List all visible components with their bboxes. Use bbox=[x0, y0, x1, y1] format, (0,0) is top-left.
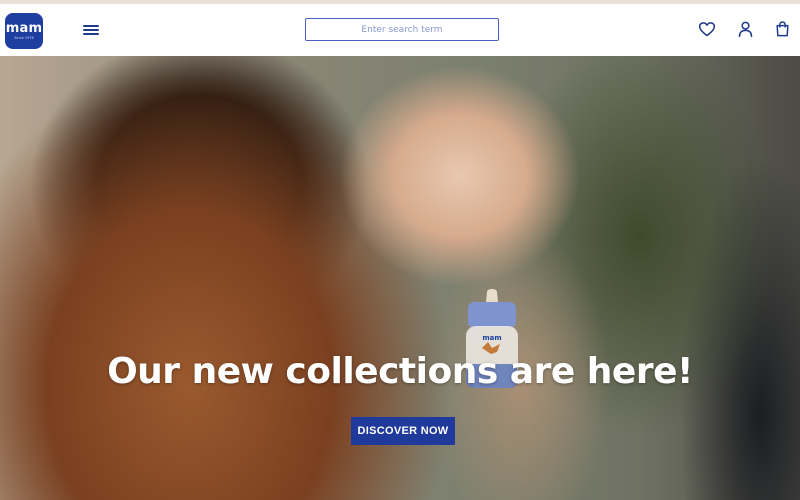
logo-tagline: Since 1976 bbox=[14, 36, 34, 40]
hamburger-icon[interactable] bbox=[83, 23, 99, 37]
discover-now-button[interactable]: DISCOVER NOW bbox=[351, 417, 455, 445]
hero-headline: Our new collections are here! bbox=[107, 351, 693, 392]
hero-banner: mam Our new collections are here! DISCOV… bbox=[0, 56, 800, 500]
bottle-brand-label: mam bbox=[482, 334, 501, 342]
shopping-bag-icon[interactable] bbox=[773, 20, 791, 38]
heart-icon[interactable] bbox=[698, 20, 716, 38]
brand-logo[interactable]: mam Since 1976 bbox=[5, 13, 43, 49]
search-input[interactable] bbox=[305, 18, 499, 41]
user-icon[interactable] bbox=[736, 20, 754, 38]
logo-wordmark: mam bbox=[5, 21, 43, 36]
site-header: mam Since 1976 bbox=[0, 4, 800, 56]
